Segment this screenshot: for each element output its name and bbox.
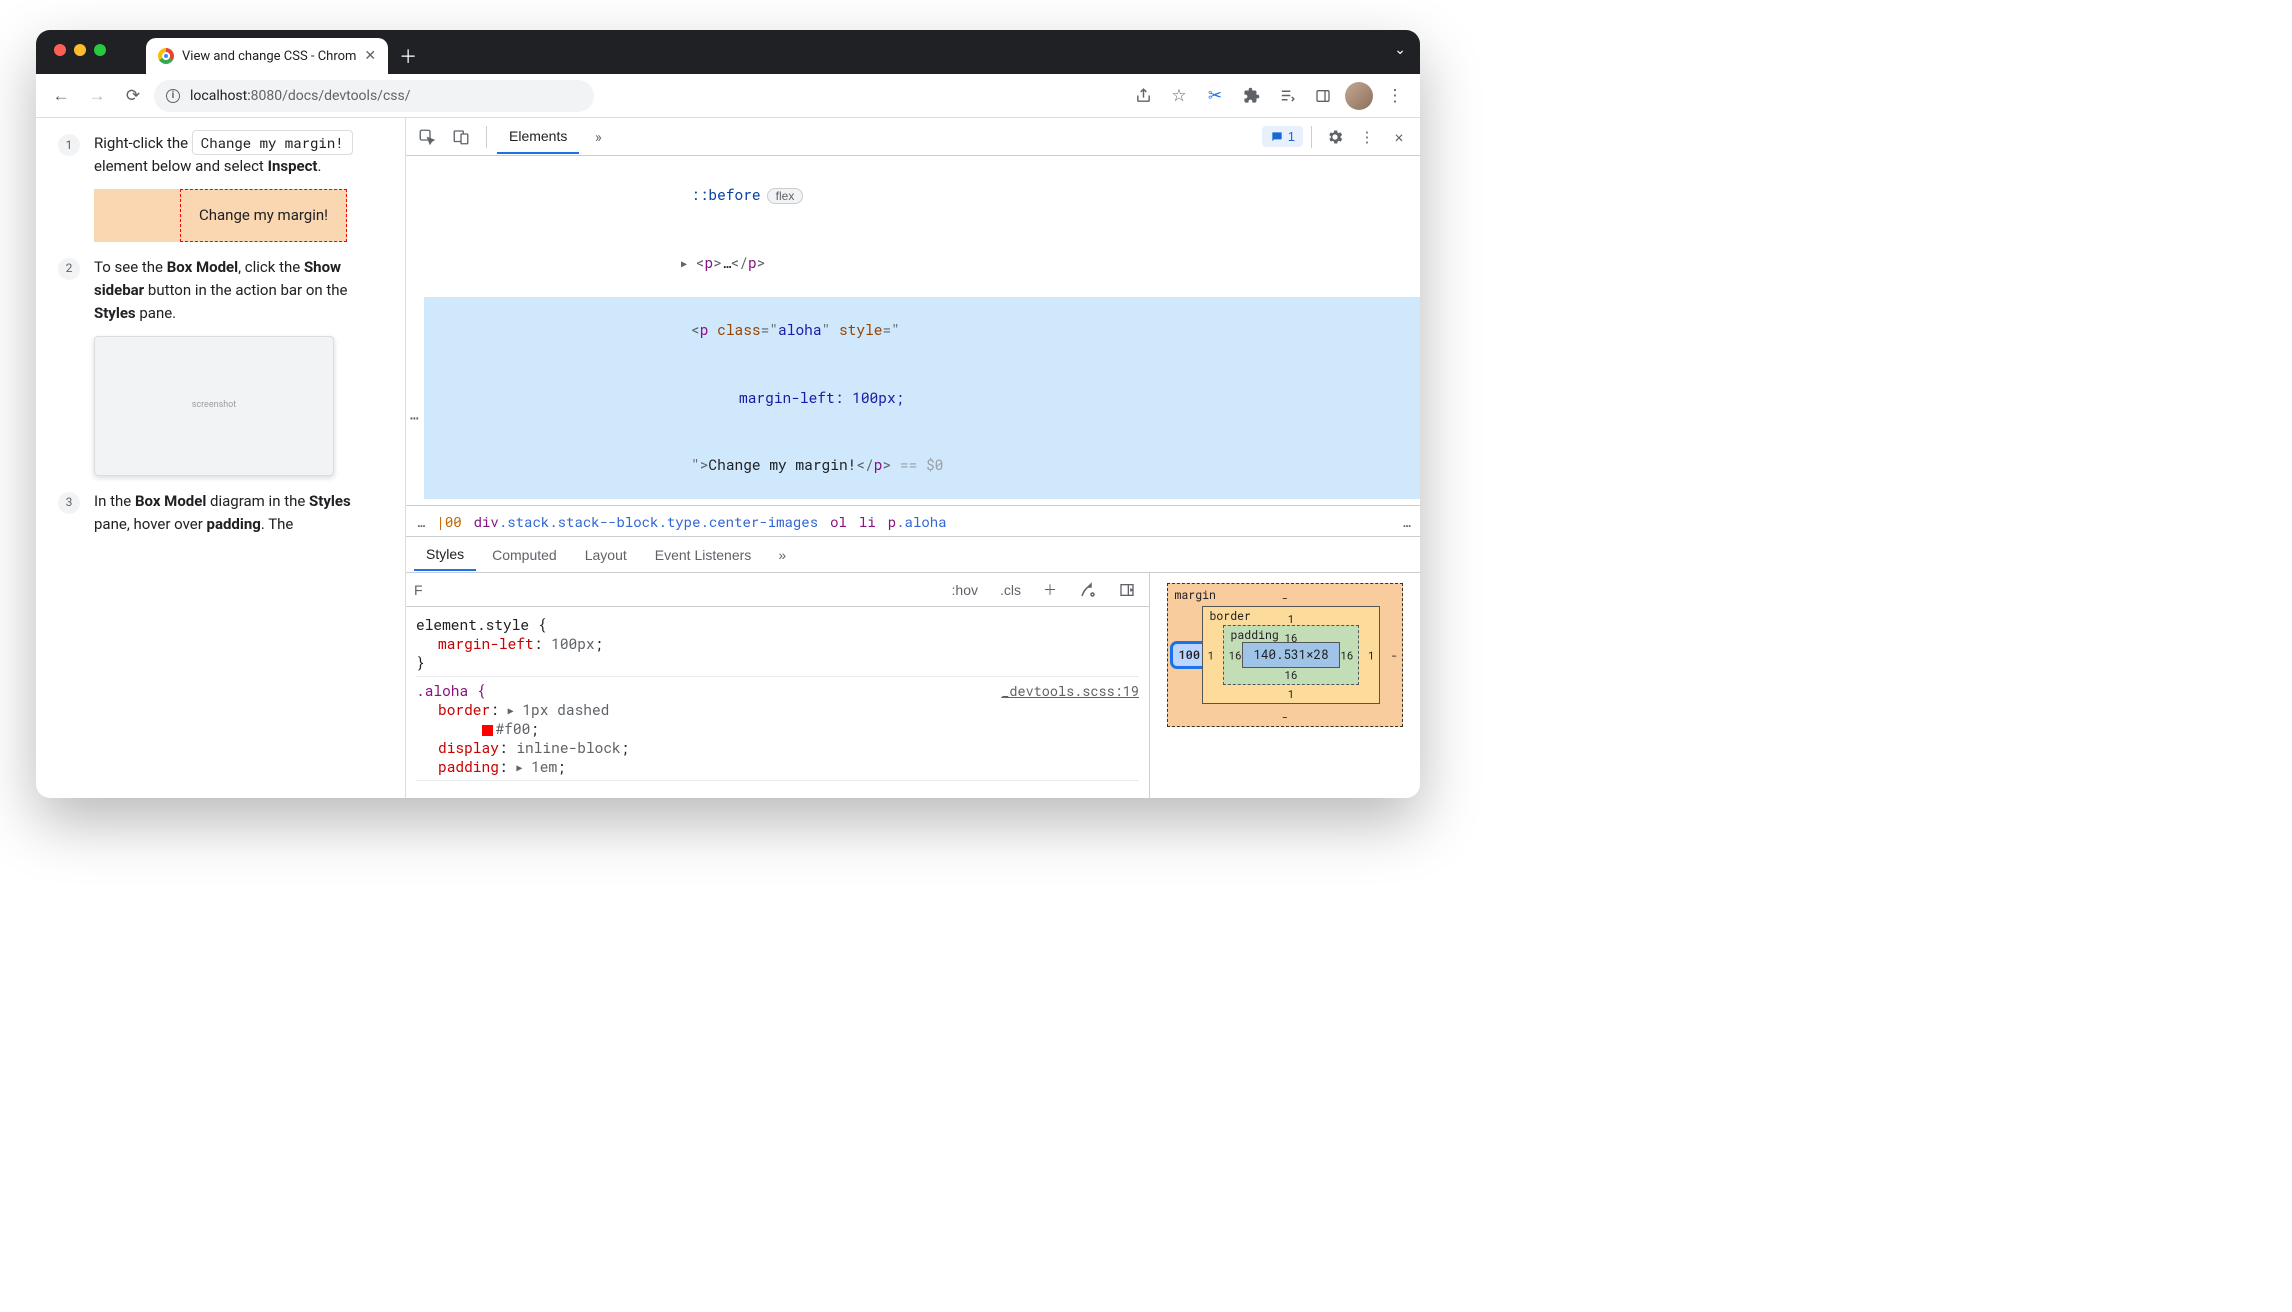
step-number: 2	[58, 258, 80, 280]
step-3: 3 In the Box Model diagram in the Styles…	[58, 490, 383, 537]
flex-badge[interactable]: flex	[767, 188, 804, 204]
scissors-icon[interactable]: ✂	[1200, 81, 1230, 111]
window-controls	[54, 44, 106, 56]
styles-body: F :hov .cls ＋ elemen	[406, 573, 1420, 798]
crumb-leaf[interactable]: p.aloha	[888, 512, 947, 531]
box-content[interactable]: 140.531×28	[1242, 642, 1339, 668]
toolbar: ← → ⟳ i localhost:8080/docs/devtools/css…	[36, 74, 1420, 118]
menu-icon[interactable]: ⋮	[1380, 81, 1410, 111]
styles-tabs: Styles Computed Layout Event Listeners »	[406, 537, 1420, 573]
crumb-li[interactable]: li	[859, 512, 876, 531]
pseudo-before[interactable]: ::before	[691, 185, 761, 204]
forward-button[interactable]: →	[82, 81, 112, 111]
browser-tab[interactable]: View and change CSS - Chrom ✕	[146, 38, 388, 74]
new-rule-icon[interactable]: ＋	[1037, 578, 1063, 602]
source-link[interactable]: _devtools.scss:19	[1001, 682, 1139, 700]
close-window-icon[interactable]	[54, 44, 66, 56]
step-1: 1 Right-click the Change my margin! elem…	[58, 132, 383, 242]
tab-layout[interactable]: Layout	[573, 540, 639, 570]
back-button[interactable]: ←	[46, 81, 76, 111]
flexbox-editor-icon[interactable]	[1073, 579, 1103, 601]
box-padding[interactable]: padding 16 16 16 16 140.531×28	[1223, 625, 1358, 685]
more-tabs-icon[interactable]: »	[583, 122, 613, 152]
tab-styles[interactable]: Styles	[414, 539, 476, 571]
device-toggle-icon[interactable]	[446, 122, 476, 152]
demo-element[interactable]: Change my margin!	[180, 189, 347, 242]
demo-block: Change my margin!	[94, 189, 347, 242]
profile-avatar[interactable]	[1344, 81, 1374, 111]
settings-icon[interactable]	[1320, 122, 1350, 152]
cls-button[interactable]: .cls	[994, 580, 1027, 600]
maximize-window-icon[interactable]	[94, 44, 106, 56]
reading-list-icon[interactable]	[1272, 81, 1302, 111]
selected-element-row[interactable]: <p class="aloha" style="	[424, 297, 1420, 364]
step-number: 3	[58, 492, 80, 514]
more-tabs-icon[interactable]: »	[767, 540, 797, 570]
close-devtools-icon[interactable]: ✕	[1384, 122, 1414, 152]
devtools-panel: Elements » 1 ⋮ ✕ ::beforefl	[406, 118, 1420, 798]
tab-close-icon[interactable]: ✕	[364, 48, 376, 64]
elements-tree[interactable]: ::beforeflex ▶ <p>…</p> <p class="aloha"…	[406, 156, 1420, 505]
address-bar[interactable]: i localhost:8080/docs/devtools/css/	[154, 80, 594, 112]
rule-element-style: element.style { margin-left: 100px; }	[416, 611, 1139, 677]
box-model-diagram[interactable]: margin - - - 100 border 1 1 1 1 paddin	[1150, 573, 1420, 798]
kebab-menu-icon[interactable]: ⋮	[1352, 122, 1382, 152]
browser-window: View and change CSS - Chrom ✕ ＋ ⌄ ← → ⟳ …	[36, 30, 1420, 798]
overflow-icon[interactable]: ⋯	[410, 407, 419, 429]
minimize-window-icon[interactable]	[74, 44, 86, 56]
reload-button[interactable]: ⟳	[118, 81, 148, 111]
rule-aloha: .aloha { _devtools.scss:19 border: ▶ 1px…	[416, 677, 1139, 781]
tab-overflow-icon[interactable]: ⌄	[1394, 42, 1406, 58]
extensions-icon[interactable]	[1236, 81, 1266, 111]
side-panel-icon[interactable]	[1308, 81, 1338, 111]
share-icon[interactable]	[1128, 81, 1158, 111]
bookmark-icon[interactable]: ☆	[1164, 81, 1194, 111]
chrome-logo-icon	[158, 48, 174, 64]
step-number: 1	[58, 134, 80, 156]
tab-event-listeners[interactable]: Event Listeners	[643, 540, 764, 570]
demo-element-label: Change my margin!	[192, 130, 353, 155]
site-info-icon[interactable]: i	[166, 89, 180, 103]
filter-input[interactable]: F	[414, 582, 440, 598]
show-sidebar-icon[interactable]	[1113, 580, 1141, 600]
documentation-pane: 1 Right-click the Change my margin! elem…	[36, 118, 406, 798]
step-2: 2 To see the Box Model, click the Show s…	[58, 256, 383, 476]
url-text: localhost:8080/docs/devtools/css/	[190, 88, 411, 104]
tab-computed[interactable]: Computed	[480, 540, 569, 570]
new-tab-button[interactable]: ＋	[394, 42, 422, 70]
devtools-tabs: Elements » 1 ⋮ ✕	[406, 118, 1420, 156]
content-area: 1 Right-click the Change my margin! elem…	[36, 118, 1420, 798]
crumb-ol[interactable]: ol	[830, 512, 847, 531]
tab-strip: View and change CSS - Chrom ✕ ＋ ⌄	[36, 30, 1420, 74]
styles-rules[interactable]: element.style { margin-left: 100px; } .a…	[406, 607, 1149, 798]
tab-elements[interactable]: Elements	[497, 120, 579, 154]
box-border[interactable]: border 1 1 1 1 padding 16 16 16 16	[1202, 606, 1379, 704]
tab-title: View and change CSS - Chrom	[182, 49, 356, 64]
screenshot-thumbnail: screenshot	[94, 336, 334, 476]
styles-toolbar: F :hov .cls ＋	[406, 573, 1149, 607]
color-swatch[interactable]	[482, 725, 493, 736]
console-messages-badge[interactable]: 1	[1262, 126, 1303, 147]
inspect-icon[interactable]	[412, 122, 442, 152]
crumb-truncated[interactable]: |00	[436, 512, 461, 531]
crumb-div[interactable]: div.stack.stack--block.type.center-image…	[474, 512, 818, 531]
breadcrumbs[interactable]: … |00 div.stack.stack--block.type.center…	[406, 505, 1420, 537]
box-margin[interactable]: margin - - - 100 border 1 1 1 1 paddin	[1167, 583, 1402, 727]
hov-button[interactable]: :hov	[946, 580, 984, 600]
expand-arrow-icon[interactable]: ▶	[681, 256, 687, 272]
